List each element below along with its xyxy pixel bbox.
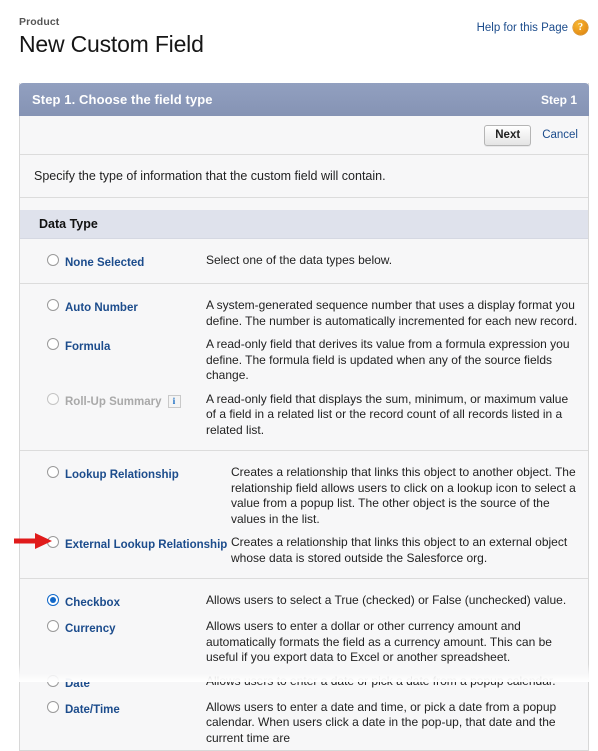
radio-lookup-relationship[interactable] bbox=[47, 466, 59, 478]
data-type-group: Checkbox Allows users to select a True (c… bbox=[20, 579, 588, 750]
data-type-option-label[interactable]: Lookup Relationship bbox=[65, 469, 179, 481]
cancel-link[interactable]: Cancel bbox=[542, 129, 578, 141]
data-type-option-label[interactable]: Checkbox bbox=[65, 597, 120, 609]
data-type-option-label-wrap: Auto Number bbox=[65, 298, 138, 316]
data-type-option-row[interactable]: External Lookup Relationship Creates a re… bbox=[20, 531, 588, 570]
data-type-option-description: Creates a relationship that links this o… bbox=[231, 535, 568, 565]
page-header: Product New Custom Field Help for this P… bbox=[0, 0, 598, 62]
data-type-option-control[interactable]: Formula bbox=[20, 337, 206, 355]
data-type-option-row[interactable]: Auto Number A system-generated sequence n… bbox=[20, 294, 588, 333]
radio-currency[interactable] bbox=[47, 620, 59, 632]
data-type-option-row[interactable]: None Selected Select one of the data type… bbox=[20, 249, 588, 275]
step-header-bar: Step 1. Choose the field type Step 1 bbox=[19, 83, 589, 116]
data-type-option-label-wrap: Lookup Relationship bbox=[65, 465, 179, 483]
new-custom-field-panel: Step 1. Choose the field type Step 1 Nex… bbox=[19, 83, 589, 751]
data-type-option-description: A read-only field that displays the sum,… bbox=[206, 391, 569, 437]
data-type-group: Auto Number A system-generated sequence n… bbox=[20, 284, 588, 451]
radio-date[interactable] bbox=[47, 674, 59, 687]
data-type-group: Lookup Relationship Creates a relationshi… bbox=[20, 451, 588, 579]
step-indicator: Step 1 bbox=[540, 92, 577, 107]
data-type-option-row[interactable]: Roll-Up Summary i A read-only field that d… bbox=[20, 388, 588, 443]
radio-formula[interactable] bbox=[47, 338, 59, 350]
data-type-option-description: Select one of the data types below. bbox=[206, 253, 393, 267]
radio-auto-number[interactable] bbox=[47, 299, 59, 311]
data-type-option-label-wrap: External Lookup Relationship bbox=[65, 535, 227, 553]
data-type-option-label-wrap: Date bbox=[65, 674, 90, 692]
data-type-option-description: A read-only field that derives its value… bbox=[206, 337, 570, 382]
radio-none-selected[interactable] bbox=[47, 254, 59, 266]
instruction-text: Specify the type of information that the… bbox=[20, 155, 588, 198]
data-type-option-label-wrap: Date/Time bbox=[65, 700, 120, 718]
data-type-option-control[interactable]: External Lookup Relationship bbox=[20, 535, 231, 553]
next-button[interactable]: Next bbox=[484, 124, 532, 146]
data-type-option-label-wrap: Roll-Up Summary i bbox=[65, 392, 181, 410]
data-type-option-label[interactable]: Date/Time bbox=[65, 704, 120, 716]
data-type-option-row[interactable]: Lookup Relationship Creates a relationshi… bbox=[20, 461, 588, 531]
data-type-section-header: Data Type bbox=[20, 210, 588, 239]
data-type-option-control[interactable]: Currency bbox=[20, 619, 206, 637]
data-type-option-label-wrap: Checkbox bbox=[65, 593, 120, 611]
data-type-option-row[interactable]: Date Allows users to enter a date or pick… bbox=[20, 670, 588, 696]
data-type-option-label[interactable]: Auto Number bbox=[65, 302, 138, 314]
step-header-title: Step 1. Choose the field type bbox=[32, 92, 213, 107]
radio-date-time[interactable] bbox=[47, 700, 59, 713]
data-type-option-description: Allows users to enter a date and time, o… bbox=[206, 699, 557, 745]
data-type-option-control[interactable]: Auto Number bbox=[20, 298, 206, 316]
data-type-option-description: Allows users to select a True (checked) … bbox=[206, 593, 567, 607]
data-type-option-row[interactable]: Currency Allows users to enter a dollar o… bbox=[20, 615, 588, 670]
data-type-group: None Selected Select one of the data type… bbox=[20, 239, 588, 284]
data-type-option-label[interactable]: None Selected bbox=[65, 257, 144, 269]
help-for-this-page[interactable]: Help for this Page ? bbox=[477, 20, 588, 35]
data-type-option-control[interactable]: Date bbox=[20, 674, 206, 692]
action-button-bar: Next Cancel bbox=[20, 116, 588, 155]
data-type-option-row[interactable]: Formula A read-only field that derives it… bbox=[20, 333, 588, 388]
data-type-option-label: Roll-Up Summary bbox=[65, 395, 162, 408]
panel-spacer bbox=[20, 198, 588, 210]
data-type-option-label[interactable]: Date bbox=[65, 678, 90, 690]
data-type-option-label-wrap: None Selected bbox=[65, 253, 144, 271]
data-type-option-control[interactable]: Checkbox bbox=[20, 593, 206, 611]
data-type-option-row[interactable]: Checkbox Allows users to select a True (c… bbox=[20, 589, 588, 615]
data-type-option-label-wrap: Formula bbox=[65, 337, 110, 355]
data-type-option-control[interactable]: Date/Time bbox=[20, 700, 206, 718]
data-type-option-row[interactable]: Date/Time Allows users to enter a date an… bbox=[20, 696, 588, 751]
info-i-icon[interactable]: i bbox=[167, 394, 181, 408]
radio-checkbox[interactable] bbox=[47, 594, 59, 606]
data-type-option-label-wrap: Currency bbox=[65, 619, 116, 637]
radio-external-lookup-relationship[interactable] bbox=[47, 536, 59, 548]
data-type-option-description: A system-generated sequence number that … bbox=[206, 298, 578, 328]
question-mark-circle-icon[interactable]: ? bbox=[573, 20, 588, 35]
data-type-option-label[interactable]: External Lookup Relationship bbox=[65, 539, 227, 551]
data-type-option-description: Allows users to enter a dollar or other … bbox=[206, 619, 552, 664]
data-type-option-control[interactable]: Lookup Relationship bbox=[20, 465, 231, 483]
data-type-option-label[interactable]: Currency bbox=[65, 623, 116, 635]
data-type-option-description: Creates a relationship that links this o… bbox=[231, 465, 576, 526]
data-type-option-control[interactable]: Roll-Up Summary i bbox=[20, 392, 206, 410]
data-type-option-list: None Selected Select one of the data type… bbox=[20, 239, 588, 750]
data-type-option-control[interactable]: None Selected bbox=[20, 253, 206, 271]
help-for-this-page-link[interactable]: Help for this Page bbox=[477, 22, 568, 34]
radio-roll-up-summary bbox=[47, 392, 59, 405]
data-type-option-label[interactable]: Formula bbox=[65, 341, 110, 353]
data-type-option-description: Allows users to enter a date or pick a d… bbox=[206, 673, 556, 688]
